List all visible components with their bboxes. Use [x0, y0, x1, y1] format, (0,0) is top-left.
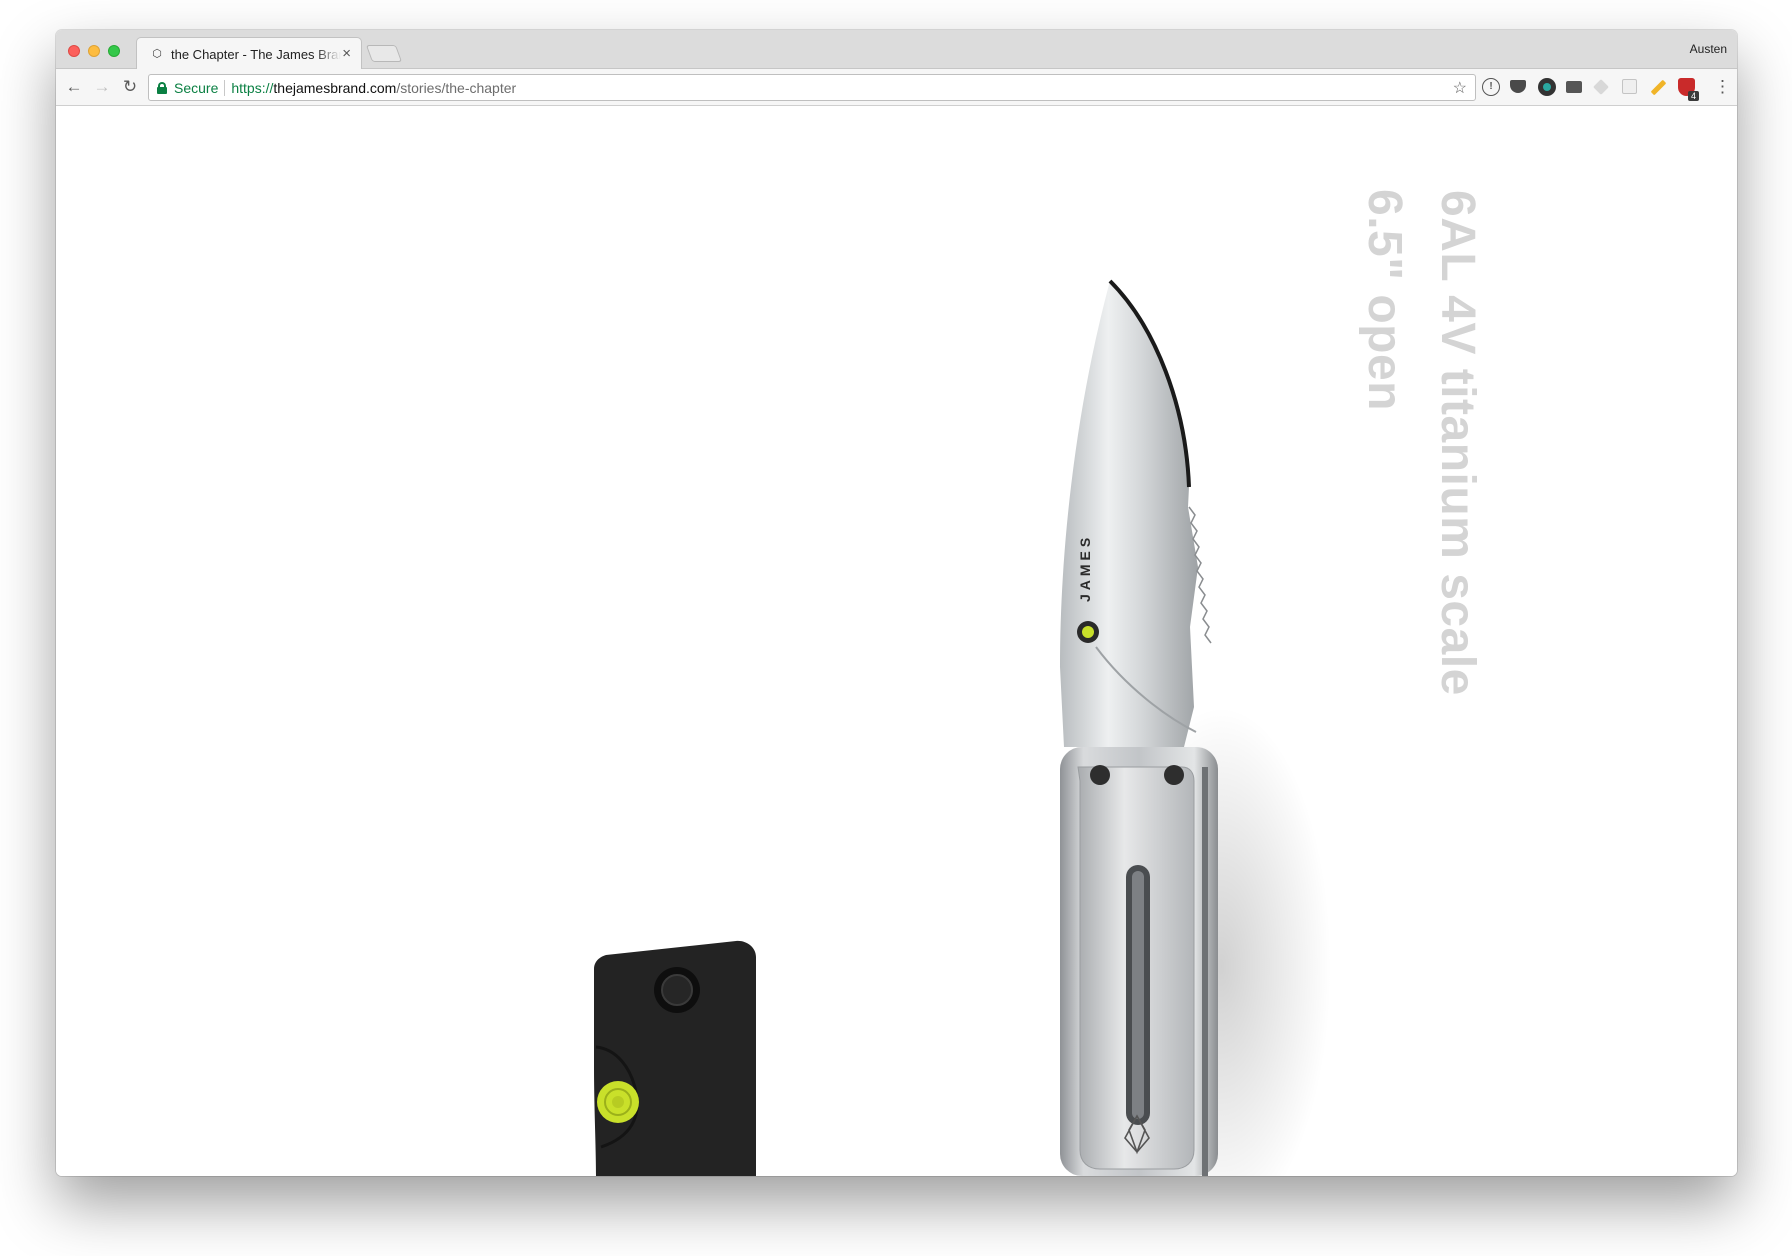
address-divider — [224, 79, 226, 96]
browser-menu-icon[interactable]: ⋮ — [1714, 77, 1731, 97]
tab-close-icon[interactable]: × — [342, 45, 351, 62]
shield-extension-icon[interactable] — [1678, 78, 1699, 101]
handle-liner — [1202, 767, 1208, 1176]
circle-extension-icon[interactable] — [1538, 78, 1556, 96]
window-close-button[interactable] — [68, 45, 80, 57]
clip-slot-inner — [1132, 871, 1144, 1119]
thumb-stud — [1082, 626, 1094, 638]
back-arrow-icon[interactable]: ← — [64, 77, 84, 97]
handle-screw-right — [1164, 765, 1184, 785]
black-knife-button-center — [612, 1096, 624, 1108]
forward-arrow-icon[interactable]: → — [92, 77, 112, 97]
pocket-icon[interactable] — [1510, 80, 1526, 93]
reload-icon[interactable]: ↻ — [120, 77, 140, 97]
browser-toolbar: ← → ↻ Secure https://thejamesbrand.com/s… — [56, 69, 1737, 106]
page-content: JAMES 6AL 4V titanium scale 6.5" open — [56, 107, 1737, 1176]
blade-brand-text: JAMES — [1077, 534, 1093, 602]
url-path: /stories/the-chapter — [396, 79, 517, 96]
pencil-icon[interactable] — [1650, 79, 1667, 96]
spec-length-text: 6.5" open — [1358, 189, 1411, 411]
square-extension-icon[interactable] — [1622, 79, 1637, 94]
screen: ⬡ the Chapter - The James Brand × Austen… — [0, 0, 1792, 1256]
tab-strip: ⬡ the Chapter - The James Brand × Austen — [56, 30, 1737, 70]
lock-icon — [157, 82, 167, 94]
dropbox-icon[interactable] — [1593, 79, 1609, 95]
address-bar[interactable]: Secure https://thejamesbrand.com/stories… — [148, 74, 1476, 101]
info-icon[interactable]: ! — [1482, 78, 1500, 96]
secure-label: Secure — [174, 79, 219, 96]
browser-window: ⬡ the Chapter - The James Brand × Austen… — [56, 30, 1737, 1176]
profile-name[interactable]: Austen — [1690, 42, 1727, 56]
knife-blade — [1060, 281, 1198, 747]
james-brand-favicon-icon: ⬡ — [152, 48, 162, 60]
bookmark-star-icon[interactable]: ☆ — [1453, 78, 1467, 98]
tab-title: the Chapter - The James Brand — [171, 46, 341, 62]
handle-screw-left — [1090, 765, 1110, 785]
mail-icon[interactable] — [1566, 81, 1582, 93]
window-minimize-button[interactable] — [88, 45, 100, 57]
black-knife-pivot — [661, 974, 693, 1006]
url-host: thejamesbrand.com — [273, 79, 397, 96]
window-maximize-button[interactable] — [108, 45, 120, 57]
new-tab-button[interactable] — [365, 45, 403, 62]
spec-material-text: 6AL 4V titanium scale — [1431, 190, 1484, 696]
tab-active[interactable]: ⬡ the Chapter - The James Brand × — [136, 37, 362, 70]
url-scheme: https:// — [231, 79, 274, 96]
product-photo: JAMES — [594, 279, 1331, 1176]
